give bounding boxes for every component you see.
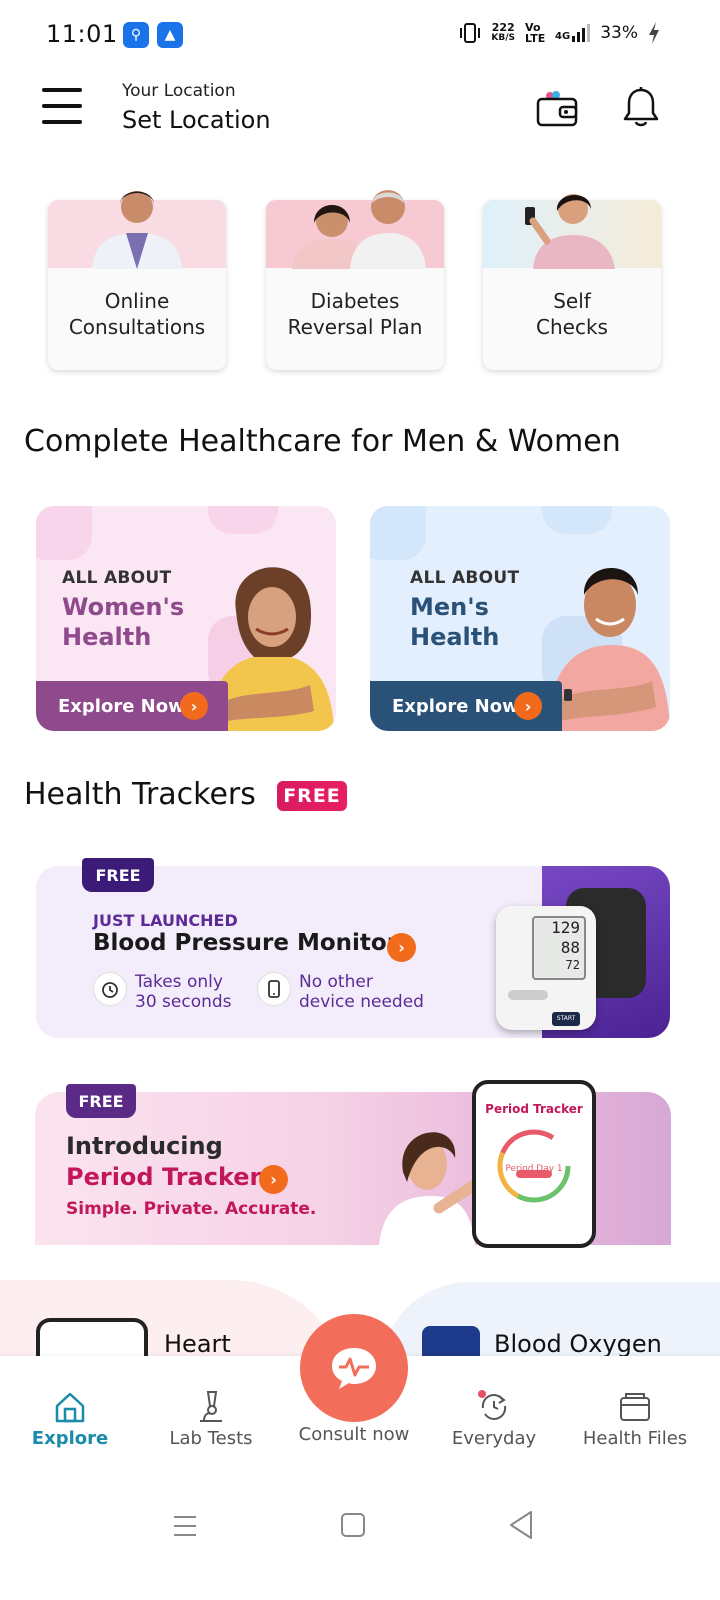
usb-icon: ⚲ [123, 22, 149, 48]
nav-everyday[interactable]: Everyday [424, 1384, 564, 1449]
microscope-icon [141, 1384, 281, 1424]
nav-lab-tests[interactable]: Lab Tests [141, 1384, 281, 1449]
chevron-right-icon: › [259, 1165, 288, 1194]
vibrate-icon [460, 23, 481, 43]
service-card-online-consultations[interactable]: Online Consultations [48, 191, 226, 370]
status-bar: 11:01 ⚲ ▲ 222 KB/S Vo LTE 4G 33% [0, 0, 720, 70]
couple-illustration [292, 190, 426, 269]
nav-explore[interactable]: Explore [0, 1384, 140, 1449]
signal-icon: 4G [555, 24, 591, 42]
period-phone-illustration: Period Tracker Period Day 1 [472, 1080, 596, 1248]
bp-device-illustration: 129 88 72 START [496, 882, 646, 1032]
chevron-right-icon: › [180, 692, 208, 720]
everyday-sync-icon [424, 1384, 564, 1424]
trackers-section-title: Health Trackers [24, 777, 256, 812]
phone-icon [257, 972, 291, 1006]
battery-level: 33% [600, 23, 638, 43]
service-card-self-checks[interactable]: Self Checks [483, 194, 661, 370]
feature-quick: Takes only 30 seconds [93, 972, 232, 1012]
feature-no-device: No other device needed [257, 972, 424, 1012]
consult-now-button[interactable] [300, 1314, 408, 1422]
status-time: 11:01 [46, 20, 118, 48]
chevron-right-icon: › [514, 692, 542, 720]
mens-health-card[interactable]: ALL ABOUT Men's Health Explore Now › [370, 506, 670, 731]
back-icon[interactable] [508, 1510, 534, 1540]
app-header: Your Location Set Location [0, 70, 720, 150]
recent-apps-icon[interactable] [172, 1514, 198, 1538]
healthcare-section-title: Complete Healthcare for Men & Women [24, 424, 621, 459]
charging-icon [649, 22, 659, 44]
womens-explore-button[interactable]: Explore Now › [36, 681, 228, 731]
blood-oxygen-label: Blood Oxygen [494, 1330, 662, 1358]
volte-indicator: Vo LTE [525, 21, 546, 45]
chat-pulse-icon [332, 1348, 376, 1389]
location-label: Your Location [122, 81, 236, 101]
home-button-icon[interactable] [340, 1512, 366, 1538]
service-card-diabetes-reversal[interactable]: Diabetes Reversal Plan [266, 190, 444, 370]
consult-now-label: Consult now [298, 1424, 410, 1445]
folder-icon [565, 1384, 705, 1424]
nav-health-files[interactable]: Health Files [565, 1384, 705, 1449]
selfie-woman-illustration [525, 194, 615, 269]
menu-icon[interactable] [42, 88, 82, 124]
android-icon: ▲ [157, 22, 183, 48]
status-indicators: 222 KB/S Vo LTE 4G 33% [459, 22, 660, 44]
chevron-right-icon: › [387, 933, 416, 962]
wallet-icon[interactable] [536, 90, 578, 132]
system-navigation-bar [0, 1480, 720, 1600]
mens-explore-button[interactable]: Explore Now › [370, 681, 562, 731]
bp-free-badge: FREE [82, 858, 154, 892]
heart-label: Heart [164, 1330, 231, 1358]
home-icon [0, 1384, 140, 1424]
period-free-badge: FREE [66, 1084, 136, 1118]
womens-health-card[interactable]: ALL ABOUT Women's Health Explore Now › [36, 506, 336, 731]
notification-bell-icon[interactable] [622, 86, 660, 132]
location-selector[interactable]: Set Location [122, 106, 271, 134]
doctor-illustration [92, 191, 182, 269]
network-speed: 222 KB/S [491, 21, 516, 43]
timer-icon [93, 972, 127, 1006]
free-badge: FREE [277, 781, 347, 811]
